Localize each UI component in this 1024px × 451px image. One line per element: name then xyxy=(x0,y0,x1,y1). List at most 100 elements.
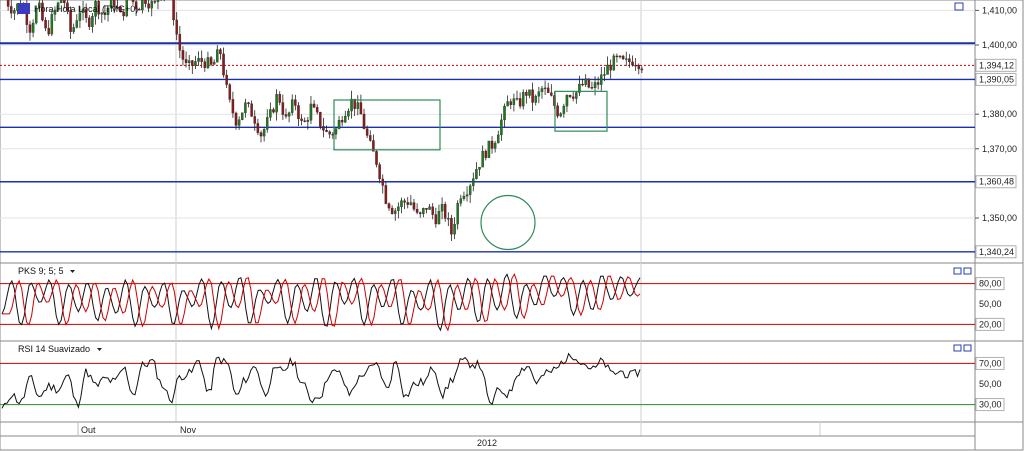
candle-body xyxy=(537,91,541,97)
candle-body xyxy=(590,87,594,89)
candle-body xyxy=(422,208,425,214)
candle-body xyxy=(303,120,306,122)
candle-body xyxy=(256,123,260,133)
candle-body xyxy=(509,101,513,105)
candle-body xyxy=(294,99,297,106)
time-label-out: Out xyxy=(81,425,96,435)
level-label: 80,00 xyxy=(979,279,1002,289)
candle-body xyxy=(50,14,54,35)
candle-body xyxy=(512,98,516,105)
time-label-year: 2012 xyxy=(477,438,497,448)
candle-body xyxy=(13,10,16,14)
candle-body xyxy=(44,19,47,29)
candle-body xyxy=(600,74,603,85)
candle-body xyxy=(593,82,597,88)
level-label: 1,340,24 xyxy=(979,247,1014,257)
candle-body xyxy=(237,119,241,126)
candle-body xyxy=(63,0,66,4)
candle-body xyxy=(312,103,316,108)
price-panel[interactable] xyxy=(0,0,1024,264)
candle-body xyxy=(253,116,257,124)
candle-body xyxy=(581,83,584,86)
candle-body xyxy=(150,1,153,9)
candle-body xyxy=(487,140,491,158)
candle-body xyxy=(525,92,528,96)
candle-body xyxy=(634,64,637,67)
candle-body xyxy=(259,132,263,137)
candle-body xyxy=(543,87,547,90)
candle-body xyxy=(187,60,191,63)
pks-title: PKS 9; 5; 5 xyxy=(18,266,64,276)
candle-body xyxy=(384,185,388,204)
candle-body xyxy=(528,89,531,96)
rsi-panel[interactable] xyxy=(0,340,1024,423)
candle-body xyxy=(222,53,225,76)
candle-body xyxy=(559,113,562,117)
candle-body xyxy=(550,92,553,96)
pks-panel[interactable] xyxy=(0,262,1024,342)
candle-body xyxy=(284,114,288,117)
candle-body xyxy=(141,0,144,11)
level-label: 20,00 xyxy=(979,319,1002,329)
candle-body xyxy=(197,57,200,62)
candle-body xyxy=(437,211,441,225)
candle-body xyxy=(534,96,537,103)
candle-body xyxy=(490,140,494,149)
candle-body xyxy=(231,99,235,114)
candle-body xyxy=(209,57,213,65)
candle-body xyxy=(244,102,247,113)
rsi-axis-ticks: 70,00 50,00 30,00 xyxy=(975,356,1005,412)
price-header: Hora Hora Local (TMG+0) xyxy=(18,3,138,14)
candle-body xyxy=(571,96,575,99)
trading-chart[interactable]: 1,390,05 1,360,48 1,340,24 1,394,12 1,410,0… xyxy=(0,0,1024,451)
candle-body xyxy=(156,0,160,2)
price-title: Hora Hora Local (TMG+0) xyxy=(34,4,138,14)
candle-body xyxy=(269,109,272,118)
level-label: 70,00 xyxy=(979,358,1002,368)
rsi-header[interactable]: RSI 14 Suavizado xyxy=(18,344,102,354)
candle-body xyxy=(216,49,219,63)
rsi-title: RSI 14 Suavizado xyxy=(18,344,90,354)
candle-body xyxy=(443,204,447,219)
price-tick-label: 1,380,00 xyxy=(982,109,1017,119)
level-label: 1,360,48 xyxy=(979,177,1014,187)
candle-body xyxy=(262,129,266,137)
candle-body xyxy=(481,150,484,168)
candle-body xyxy=(606,64,609,75)
candle-body xyxy=(412,202,416,210)
candle-body xyxy=(241,112,244,120)
candle-body xyxy=(28,24,32,33)
candle-body xyxy=(378,164,381,180)
candle-body xyxy=(465,194,469,197)
candle-body xyxy=(515,98,519,100)
candle-body xyxy=(387,203,391,209)
candle-body xyxy=(568,95,572,97)
candle-body xyxy=(447,218,450,220)
candle-body xyxy=(144,0,147,4)
candle-body xyxy=(344,115,347,123)
candle-body xyxy=(618,55,622,58)
time-label-nov: Nov xyxy=(180,425,197,435)
candle-body xyxy=(228,84,232,100)
candle-body xyxy=(400,200,403,207)
candle-body xyxy=(337,120,341,129)
candle-body xyxy=(194,61,197,66)
level-label: 50,00 xyxy=(979,379,1002,389)
instrument-icon xyxy=(18,3,30,14)
candle-body xyxy=(200,57,203,62)
price-tick-label: 1,350,00 xyxy=(982,213,1017,223)
candle-body xyxy=(247,102,250,104)
candle-body xyxy=(612,55,616,71)
candle-body xyxy=(172,0,175,21)
candle-body xyxy=(518,98,522,107)
candle-body xyxy=(206,57,210,68)
candle-body xyxy=(640,68,644,71)
candle-body xyxy=(631,61,634,66)
candle-body xyxy=(75,20,79,28)
candle-body xyxy=(184,59,188,63)
candle-body xyxy=(406,202,409,205)
candle-body xyxy=(540,88,544,92)
candle-body xyxy=(147,3,150,9)
candle-body xyxy=(356,102,360,109)
candle-body xyxy=(181,50,185,60)
